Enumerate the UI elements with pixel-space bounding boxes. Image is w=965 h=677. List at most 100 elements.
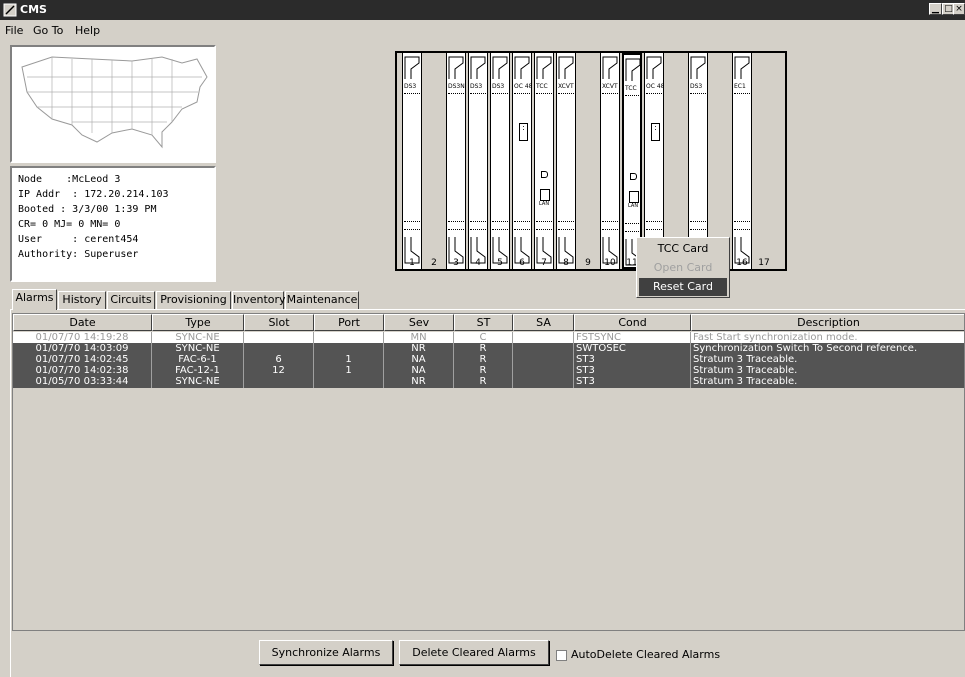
shelf-card-slot-6[interactable]: OC 48: [512, 53, 532, 269]
card-ejector-top-icon [470, 56, 486, 79]
card-divider [558, 229, 574, 230]
table-header: Date Type Slot Port Sev ST SA Cond Descr… [13, 314, 964, 331]
card-divider [602, 93, 618, 94]
slot-number: 2 [431, 258, 437, 268]
card-divider [514, 221, 530, 222]
card-divider [602, 229, 618, 230]
cell-sev: NR [384, 376, 454, 388]
node-info-panel: Node :McLeod 3 IP Addr : 172.20.214.103 … [10, 166, 216, 282]
shelf-card-slot-3[interactable]: DS3N [446, 53, 466, 269]
card-divider [646, 229, 662, 230]
col-sev[interactable]: Sev [384, 314, 454, 331]
tab-maintenance[interactable]: Maintenance [285, 291, 359, 309]
col-slot[interactable]: Slot [244, 314, 314, 331]
card-divider [536, 93, 552, 94]
card-ejector-top-icon [646, 56, 662, 79]
user-name: User : cerent454 [18, 234, 139, 245]
autodelete-checkbox[interactable] [556, 650, 567, 661]
minimize-button[interactable]: ▁ [929, 3, 942, 15]
card-divider [404, 229, 420, 230]
card-divider [558, 93, 574, 94]
tab-circuits[interactable]: Circuits [107, 291, 155, 309]
node-name: Node :McLeod 3 [18, 174, 121, 185]
tab-provisioning[interactable]: Provisioning [156, 291, 231, 309]
network-map[interactable] [10, 45, 216, 163]
card-divider [602, 221, 618, 222]
tab-alarms[interactable]: Alarms [12, 289, 57, 310]
synchronize-alarms-button[interactable]: Synchronize Alarms [259, 640, 393, 665]
app-icon [3, 3, 17, 17]
col-date[interactable]: Date [13, 314, 152, 331]
card-divider [492, 93, 508, 94]
card-label: TCC [625, 85, 637, 92]
slot-number: 1 [409, 258, 415, 268]
card-divider [646, 221, 662, 222]
card-divider [448, 229, 464, 230]
card-ejector-top-icon [558, 56, 574, 79]
tab-history[interactable]: History [58, 291, 106, 309]
booted-time: Booted : 3/3/00 1:39 PM [18, 204, 157, 215]
card-divider [734, 93, 750, 94]
col-cond[interactable]: Cond [574, 314, 691, 331]
card-label: EC1 [734, 83, 746, 90]
card-divider [536, 229, 552, 230]
alarms-table: Date Type Slot Port Sev ST SA Cond Descr… [12, 313, 965, 631]
shelf-card-slot-5[interactable]: DS3 [490, 53, 510, 269]
slot-number: 17 [758, 258, 770, 268]
shelf-card-slot-7[interactable]: TCC LAN [534, 53, 554, 269]
shelf-card-slot-1[interactable]: DS3 [402, 53, 422, 269]
cell-date: 01/05/70 03:33:44 [13, 376, 152, 388]
menu-item-reset-card[interactable]: Reset Card [639, 278, 727, 296]
col-type[interactable]: Type [152, 314, 244, 331]
lan-label: LAN [539, 201, 550, 207]
maximize-icon: □ [944, 4, 953, 14]
card-divider [646, 93, 662, 94]
menu-file[interactable]: File [5, 24, 23, 37]
slot-number: 8 [563, 258, 569, 268]
cell-st: R [454, 376, 513, 388]
cell-type: SYNC-NE [152, 376, 244, 388]
col-description[interactable]: Description [691, 314, 964, 331]
card-label: DS3N [448, 83, 465, 90]
menu-goto[interactable]: Go To [33, 24, 63, 37]
card-label: OC 48 [514, 83, 533, 90]
col-st[interactable]: ST [454, 314, 513, 331]
cell-desc: Stratum 3 Traceable. [691, 376, 964, 388]
slot-number: 16 [736, 258, 748, 268]
title-bar: CMS ▁ □ × [0, 0, 965, 20]
card-divider [404, 221, 420, 222]
card-divider [492, 221, 508, 222]
optical-port-icon: : [519, 123, 528, 141]
card-label: TCC [536, 83, 548, 90]
status-led-icon [541, 171, 548, 178]
close-button[interactable]: × [953, 3, 965, 15]
shelf-card-slot-2[interactable] [424, 53, 444, 269]
col-sa[interactable]: SA [513, 314, 574, 331]
shelf-card-slot-17[interactable] [754, 53, 774, 269]
card-divider [734, 229, 750, 230]
card-label: XCVT [558, 83, 574, 90]
shelf-card-slot-10[interactable]: XCVT [600, 53, 620, 269]
table-row[interactable]: 01/05/70 03:33:44 SYNC-NE NR R ST3 Stratum 3 … [13, 376, 964, 388]
shelf-card-slot-9[interactable] [578, 53, 598, 269]
slot-number: 9 [585, 258, 591, 268]
delete-cleared-alarms-button[interactable]: Delete Cleared Alarms [399, 640, 549, 665]
lan-port-icon [629, 191, 639, 203]
shelf-card-slot-16[interactable]: EC1 [732, 53, 752, 269]
shelf-card-slot-4[interactable]: DS3 [468, 53, 488, 269]
card-divider [558, 221, 574, 222]
card-divider [690, 229, 706, 230]
card-divider [404, 93, 420, 94]
shelf-card-slot-8[interactable]: XCVT [556, 53, 576, 269]
card-label: OC 48 [646, 83, 665, 90]
card-divider [690, 93, 706, 94]
menu-help[interactable]: Help [75, 24, 100, 37]
menu-item-open-card[interactable]: Open Card [639, 259, 727, 277]
tab-inventory[interactable]: Inventory [232, 291, 286, 309]
slot-number: 4 [475, 258, 481, 268]
card-divider [625, 95, 639, 96]
alarm-counts: CR= 0 MJ= 0 MN= 0 [18, 219, 121, 230]
card-divider [536, 221, 552, 222]
menu-item-tcc-card[interactable]: TCC Card [639, 240, 727, 258]
col-port[interactable]: Port [314, 314, 384, 331]
